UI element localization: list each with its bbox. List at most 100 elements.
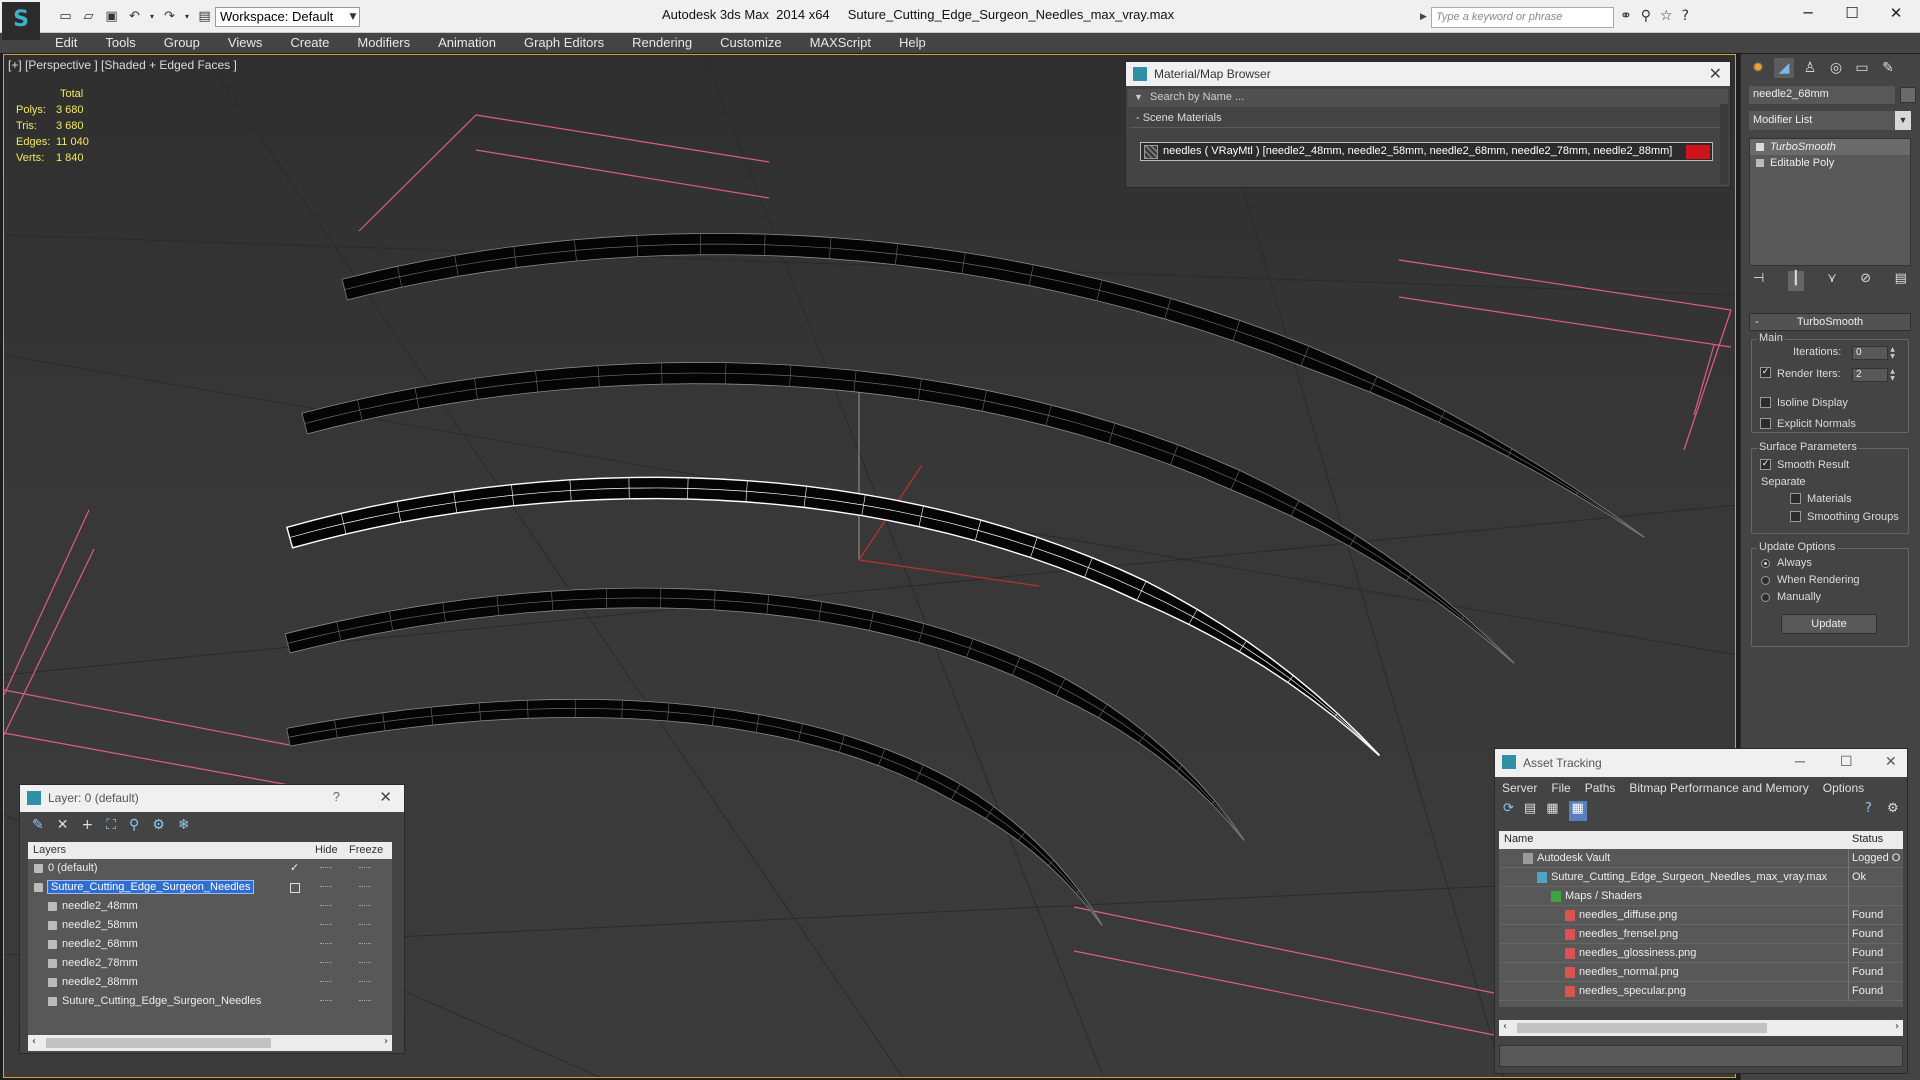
freeze-toggle[interactable] [359,1000,371,1002]
modify-tab-icon[interactable]: ◢ [1774,58,1794,78]
motion-tab-icon[interactable]: ◎ [1826,58,1846,78]
create-tab-icon[interactable]: ✹ [1748,58,1768,78]
at-menu-server[interactable]: Server [1502,781,1537,799]
asset-row[interactable]: needles_frensel.png Found [1499,925,1903,944]
minimize-icon[interactable]: ─ [1795,753,1805,769]
render-iters-spinner[interactable]: 2 [1852,368,1888,382]
set-current-layer-icon[interactable] [290,883,300,893]
show-end-result-icon[interactable]: ┃ [1787,271,1804,291]
scene-materials-section[interactable]: - Scene Materials [1130,112,1728,128]
at-menu-options[interactable]: Options [1823,781,1864,799]
material-search-input[interactable]: ▼ Search by Name ... [1128,89,1728,107]
asset-row[interactable]: Suture_Cutting_Edge_Surgeon_Needles_max_… [1499,868,1903,887]
open-file-icon[interactable]: ▱ [79,8,98,25]
help-icon[interactable]: ? [1865,801,1872,816]
at-menu-paths[interactable]: Paths [1585,781,1616,799]
hide-all-layers-icon[interactable]: ⚙ [152,817,165,840]
viewport-label[interactable]: [+] [Perspective ] [Shaded + Edged Faces… [8,58,237,72]
asset-row[interactable]: needles_diffuse.png Found [1499,906,1903,925]
menu-graph-editors[interactable]: Graph Editors [524,33,618,53]
search-expand-icon[interactable]: ▶ [1420,12,1427,22]
hide-toggle[interactable] [320,943,332,945]
menu-create[interactable]: Create [290,33,343,53]
app-logo-icon[interactable]: S [2,2,40,40]
freeze-toggle[interactable] [359,962,371,964]
layer-row[interactable]: 0 (default) ✓ [28,859,392,878]
asset-row[interactable]: Autodesk Vault Logged O [1499,849,1903,868]
at-menu-file[interactable]: File [1551,781,1570,799]
expand-icon[interactable] [1756,159,1764,167]
layer-dialog-titlebar[interactable]: Layer: 0 (default) ? ✕ [20,785,404,812]
hide-toggle[interactable] [320,1000,332,1002]
menu-rendering[interactable]: Rendering [632,33,706,53]
menu-help[interactable]: Help [899,33,940,53]
list-view-icon[interactable]: ▤ [1524,801,1536,821]
settings-icon[interactable]: ⚙ [1887,801,1899,816]
pin-stack-icon[interactable]: ⊣ [1753,271,1764,291]
chevron-down-icon[interactable]: ▼ [1895,111,1911,130]
menu-edit[interactable]: Edit [55,33,91,53]
freeze-all-layers-icon[interactable]: ❄ [178,817,190,840]
stack-item-turbosmooth[interactable]: TurboSmooth [1750,139,1910,155]
asset-horizontal-scrollbar[interactable]: ‹ › [1499,1020,1903,1036]
redo-dropdown-icon[interactable]: ▾ [183,8,191,25]
lightbulb-icon[interactable] [1756,143,1764,151]
menu-animation[interactable]: Animation [438,33,510,53]
smooth-result-checkbox[interactable]: ✓ [1760,459,1771,470]
help-icon[interactable]: ? [333,789,340,804]
hide-toggle[interactable] [320,924,332,926]
turbosmooth-rollout-header[interactable]: - TurboSmooth [1749,313,1911,331]
menu-customize[interactable]: Customize [720,33,795,53]
scroll-left-icon[interactable]: ‹ [1503,1021,1507,1032]
freeze-toggle[interactable] [359,905,371,907]
minimize-button[interactable]: ─ [1788,4,1828,22]
hide-toggle[interactable] [320,905,332,907]
update-when-rendering-radio[interactable] [1761,576,1770,585]
tree-view-icon[interactable]: ▦ [1546,801,1558,821]
explicit-normals-checkbox[interactable] [1760,418,1771,429]
separate-materials-checkbox[interactable] [1790,493,1801,504]
utilities-tab-icon[interactable]: ✎ [1878,58,1898,78]
render-iters-spin-arrows-icon[interactable]: ▲ ▼ [1888,368,1897,382]
make-unique-icon[interactable]: ⋎ [1827,271,1837,291]
create-layer-icon[interactable]: ✎ [32,817,44,840]
remove-modifier-icon[interactable]: ⊘ [1860,271,1871,291]
freeze-toggle[interactable] [359,943,371,945]
layers-column-header[interactable]: Layers [33,844,66,856]
asset-row[interactable]: needles_specular.png Found [1499,982,1903,1001]
menu-maxscript[interactable]: MAXScript [810,33,885,53]
maximize-icon[interactable]: ☐ [1840,753,1853,770]
hide-toggle[interactable] [320,867,332,869]
workspace-dropdown[interactable]: Workspace: Default [215,7,360,27]
menu-modifiers[interactable]: Modifiers [357,33,424,53]
new-file-icon[interactable]: ▭ [56,8,75,25]
scroll-thumb[interactable] [1517,1023,1767,1033]
save-file-icon[interactable]: ▣ [102,8,121,25]
freeze-toggle[interactable] [359,924,371,926]
layer-horizontal-scrollbar[interactable]: ‹ › [28,1035,392,1051]
workspace-dropdown-arrow-icon[interactable]: ▼ [346,7,360,27]
freeze-toggle[interactable] [359,981,371,983]
binoculars-icon[interactable]: ⚭ [1620,8,1632,24]
layer-row[interactable]: needle2_68mm [28,935,392,954]
layer-row[interactable]: needle2_48mm [28,897,392,916]
highlight-layer-icon[interactable]: ⚲ [129,817,139,840]
at-menu-bitmap-performance[interactable]: Bitmap Performance and Memory [1629,781,1808,799]
undo-dropdown-icon[interactable]: ▾ [148,8,156,25]
needle-5[interactable] [286,698,1103,926]
update-always-radio[interactable] [1761,559,1770,568]
close-icon[interactable]: ✕ [1885,753,1897,770]
update-manually-radio[interactable] [1761,593,1770,602]
stack-item-editable-poly[interactable]: Editable Poly [1750,155,1910,171]
asset-row[interactable]: needles_normal.png Found [1499,963,1903,982]
table-view-icon[interactable]: ▦ [1568,801,1587,821]
refresh-icon[interactable]: ⟳ [1503,801,1514,821]
menu-views[interactable]: Views [228,33,276,53]
close-icon[interactable]: ✕ [1709,64,1722,84]
freeze-toggle[interactable] [359,886,371,888]
render-iters-checkbox[interactable]: ✓ [1760,367,1771,378]
hide-column-header[interactable]: Hide [315,844,338,856]
modifier-list-dropdown[interactable]: Modifier List ▼ [1749,111,1911,130]
material-list-item[interactable]: needles ( VRayMtl ) [needle2_48mm, needl… [1140,142,1713,161]
favorites-star-icon[interactable]: ☆ [1660,8,1673,24]
